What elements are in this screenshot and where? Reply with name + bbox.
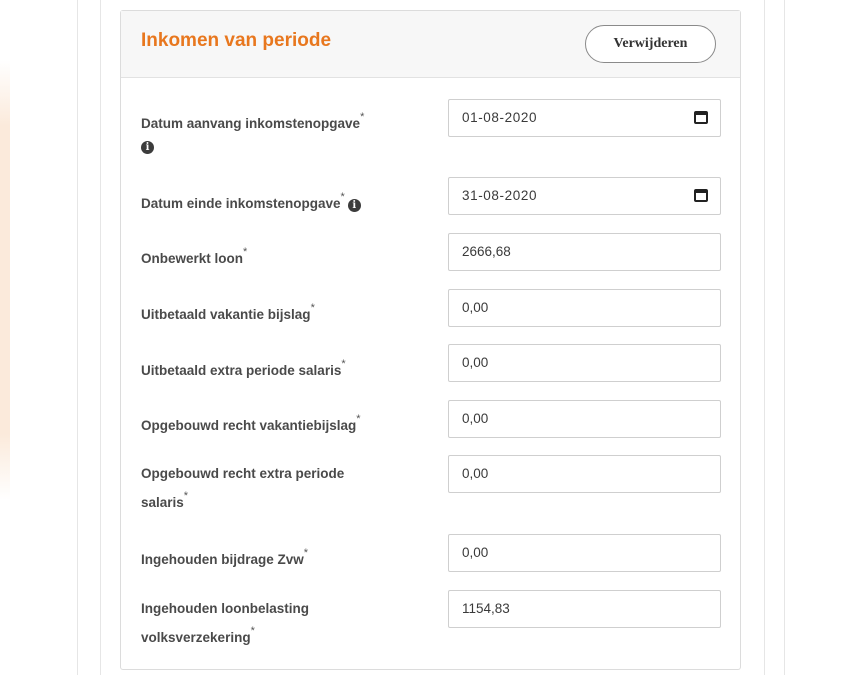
income-period-card: Inkomen van periode Verwijderen Datum aa… bbox=[120, 10, 741, 670]
field-label-paid-extra-period-salary: Uitbetaald extra periode salaris* bbox=[141, 358, 346, 378]
required-mark: * bbox=[360, 111, 365, 123]
start-date-input[interactable]: 01-08-2020 bbox=[448, 99, 721, 137]
required-mark: * bbox=[356, 413, 361, 425]
end-date-input[interactable]: 31-08-2020 bbox=[448, 177, 721, 215]
card-header: Inkomen van periode Verwijderen bbox=[121, 11, 740, 78]
required-mark: * bbox=[243, 246, 248, 258]
withheld-wage-tax-input[interactable]: 1154,83 bbox=[448, 590, 721, 628]
end-date-value: 31-08-2020 bbox=[462, 188, 538, 203]
paid-holiday-allowance-input[interactable]: 0,00 bbox=[448, 289, 721, 327]
field-label-paid-holiday-allowance: Uitbetaald vakantie bijslag* bbox=[141, 302, 315, 322]
info-circle-icon[interactable]: i bbox=[141, 141, 154, 154]
field-label-withheld-zvw: Ingehouden bijdrage Zvw* bbox=[141, 547, 309, 567]
required-mark: * bbox=[310, 302, 315, 314]
card-title: Inkomen van periode bbox=[141, 30, 332, 51]
column-divider bbox=[784, 0, 785, 675]
calendar-icon[interactable] bbox=[694, 189, 708, 202]
calendar-icon[interactable] bbox=[694, 111, 708, 124]
page: Inkomen van periode Verwijderen Datum aa… bbox=[0, 0, 846, 675]
info-circle-icon[interactable]: i bbox=[347, 199, 361, 212]
left-accent-strip bbox=[0, 60, 10, 500]
column-divider bbox=[764, 0, 765, 675]
field-label-accrued-extra-period-salary: Opgebouwd recht extra periode salaris* bbox=[141, 466, 345, 510]
column-divider bbox=[100, 0, 101, 675]
field-label-withheld-wage-tax: Ingehouden loonbelasting volksverzekering… bbox=[141, 601, 309, 645]
required-mark: * bbox=[303, 547, 309, 559]
required-mark: * bbox=[183, 490, 189, 502]
required-mark: * bbox=[341, 358, 346, 370]
accrued-holiday-allowance-input[interactable]: 0,00 bbox=[448, 400, 721, 438]
paid-extra-period-salary-input[interactable]: 0,00 bbox=[448, 344, 721, 382]
withheld-zvw-input[interactable]: 0,00 bbox=[448, 534, 721, 572]
gross-wage-input[interactable]: 2666,68 bbox=[448, 233, 721, 271]
start-date-value: 01-08-2020 bbox=[462, 110, 538, 125]
field-label-gross-wage: Onbewerkt loon* bbox=[141, 246, 248, 266]
column-divider bbox=[77, 0, 78, 675]
field-label-start-date: Datum aanvang inkomstenopgave* i bbox=[141, 111, 365, 154]
required-mark: * bbox=[250, 625, 255, 637]
field-label-accrued-holiday-allowance: Opgebouwd recht vakantiebijslag* bbox=[141, 413, 361, 433]
required-mark: * bbox=[340, 191, 345, 203]
delete-button[interactable]: Verwijderen bbox=[585, 25, 716, 63]
accrued-extra-period-salary-input[interactable]: 0,00 bbox=[448, 455, 721, 493]
field-label-end-date: Datum einde inkomstenopgave*i bbox=[141, 186, 426, 215]
